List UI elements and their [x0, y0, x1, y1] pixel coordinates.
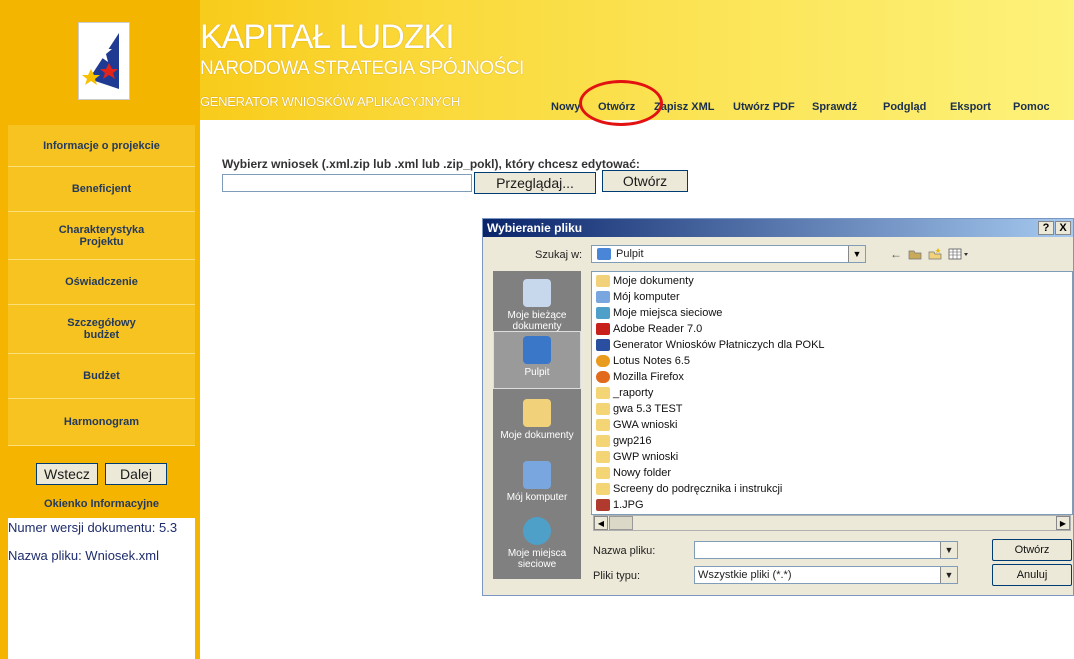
recent-documents-icon [523, 279, 551, 307]
my-documents-icon [523, 399, 551, 427]
adobe-reader-icon [596, 323, 610, 335]
nav-utworz-pdf[interactable]: Utwórz PDF [733, 101, 795, 113]
list-item[interactable]: Moje miejsca sieciowe [596, 307, 722, 319]
nav-zapisz-xml[interactable]: Zapisz XML [654, 101, 715, 113]
dialog-open-button[interactable]: Otwórz [992, 539, 1072, 561]
list-item[interactable]: GWP wnioski [596, 451, 678, 463]
next-button[interactable]: Dalej [105, 463, 167, 485]
filetype-label: Pliki typu: [593, 570, 641, 582]
network-icon [596, 307, 610, 319]
chevron-down-icon[interactable]: ▼ [940, 567, 957, 583]
chevron-down-icon[interactable]: ▼ [940, 542, 957, 558]
sidebar-item-budzet[interactable]: Budżet [8, 354, 195, 399]
highlight-circle [579, 80, 663, 126]
app-name: GENERATOR WNIOSKÓW APLIKACYJNYCH [200, 94, 461, 109]
list-item[interactable]: GWA wnioski [596, 419, 677, 431]
nav-nowy[interactable]: Nowy [551, 101, 580, 113]
firefox-icon [596, 371, 610, 383]
app-icon [596, 339, 610, 351]
network-icon [523, 517, 551, 545]
filename-label: Nazwa pliku: [593, 545, 656, 557]
eu-logo [78, 22, 130, 100]
nav-sprawdz[interactable]: Sprawdź [812, 101, 857, 113]
nav-eksport[interactable]: Eksport [950, 101, 991, 113]
computer-icon [523, 461, 551, 489]
place-my-documents[interactable]: Moje dokumenty [493, 399, 581, 441]
close-button[interactable]: X [1055, 221, 1071, 235]
back-button[interactable]: Wstecz [36, 463, 98, 485]
sidebar-item-informacje[interactable]: Informacje o projekcie [8, 125, 195, 167]
image-file-icon [596, 499, 610, 511]
lookin-select[interactable]: Pulpit ▼ [591, 245, 866, 263]
list-item[interactable]: Mozilla Firefox [596, 371, 684, 383]
scroll-right-icon[interactable]: ▶ [1056, 516, 1070, 530]
sidebar-item-harmonogram[interactable]: Harmonogram [8, 399, 195, 446]
place-recent[interactable]: Moje bieżące dokumenty [493, 279, 581, 332]
list-item[interactable]: 1.JPG [596, 499, 644, 511]
app-title: KAPITAŁ LUDZKI [200, 18, 455, 56]
nav-podglad[interactable]: Podgląd [883, 101, 926, 113]
info-version: Numer wersji dokumentu: 5.3 [8, 520, 178, 535]
folder-icon [596, 403, 610, 415]
list-item[interactable]: Adobe Reader 7.0 [596, 323, 702, 335]
my-documents-icon [596, 275, 610, 287]
desktop-icon [597, 248, 611, 260]
sidebar-item-oswiadczenie[interactable]: Oświadczenie [8, 260, 195, 305]
scroll-thumb[interactable] [609, 516, 633, 530]
file-path-input[interactable] [222, 174, 472, 192]
logo-area [0, 0, 200, 120]
places-bar: Moje bieżące dokumenty Pulpit Moje dokum… [493, 271, 581, 579]
list-item[interactable]: Mój komputer [596, 291, 680, 303]
lotus-notes-icon [596, 355, 610, 367]
info-panel: Numer wersji dokumentu: 5.3 Nazwa pliku:… [8, 518, 195, 659]
file-dialog: Wybieranie pliku ? X Szukaj w: Pulpit ▼ … [482, 218, 1074, 596]
sidebar-item-beneficjent[interactable]: Beneficjent [8, 167, 195, 212]
dialog-title: Wybieranie pliku [487, 221, 583, 235]
view-menu-icon[interactable] [947, 247, 971, 261]
list-item[interactable]: gwa 5.3 TEST [596, 403, 683, 415]
list-item[interactable]: Screeny do podręcznika i instrukcji [596, 483, 782, 495]
folder-icon [596, 419, 610, 431]
list-item[interactable]: Moje dokumenty [596, 275, 694, 287]
folder-icon [596, 451, 610, 463]
info-filename: Nazwa pliku: Wniosek.xml [8, 548, 159, 563]
folder-icon [596, 467, 610, 479]
file-prompt: Wybierz wniosek (.xml.zip lub .xml lub .… [222, 157, 640, 171]
help-button[interactable]: ? [1038, 221, 1054, 235]
file-list: Moje dokumenty Mój komputer Moje miejsca… [591, 271, 1073, 515]
place-my-computer[interactable]: Mój komputer [493, 461, 581, 503]
list-item[interactable]: gwp216 [596, 435, 652, 447]
horizontal-scrollbar[interactable]: ◀ ▶ [593, 515, 1071, 531]
folder-icon [596, 483, 610, 495]
nav-pomoc[interactable]: Pomoc [1013, 101, 1050, 113]
chevron-down-icon[interactable]: ▼ [848, 246, 865, 262]
list-item[interactable]: Generator Wniosków Płatniczych dla POKL [596, 339, 825, 351]
scroll-left-icon[interactable]: ◀ [594, 516, 608, 530]
list-item[interactable]: _raporty [596, 387, 653, 399]
new-folder-icon[interactable] [927, 247, 943, 261]
filetype-select[interactable]: Wszystkie pliki (*.*) ▼ [694, 566, 958, 584]
folder-icon [596, 435, 610, 447]
back-arrow-icon[interactable]: ← [888, 247, 904, 261]
place-network[interactable]: Moje miejsca sieciowe [493, 517, 581, 570]
filename-input[interactable]: ▼ [694, 541, 958, 559]
sidebar-item-charakterystyka[interactable]: Charakterystyka Projektu [8, 212, 195, 260]
dialog-titlebar[interactable]: Wybieranie pliku ? X [483, 219, 1073, 237]
app-subtitle: NARODOWA STRATEGIA SPÓJNOŚCI [200, 58, 524, 79]
browse-button[interactable]: Przeglądaj... [474, 172, 596, 194]
desktop-icon [523, 336, 551, 364]
list-item[interactable]: Lotus Notes 6.5 [596, 355, 690, 367]
up-folder-icon[interactable] [907, 247, 923, 261]
computer-icon [596, 291, 610, 303]
dialog-cancel-button[interactable]: Anuluj [992, 564, 1072, 586]
open-file-button[interactable]: Otwórz [602, 170, 688, 192]
list-item[interactable]: Nowy folder [596, 467, 671, 479]
lookin-label: Szukaj w: [535, 249, 583, 261]
folder-icon [596, 387, 610, 399]
place-desktop[interactable]: Pulpit [493, 331, 581, 389]
sidebar-item-szczegolowy-budzet[interactable]: Szczegółowy budżet [8, 305, 195, 354]
info-title: Okienko Informacyjne [44, 498, 159, 510]
